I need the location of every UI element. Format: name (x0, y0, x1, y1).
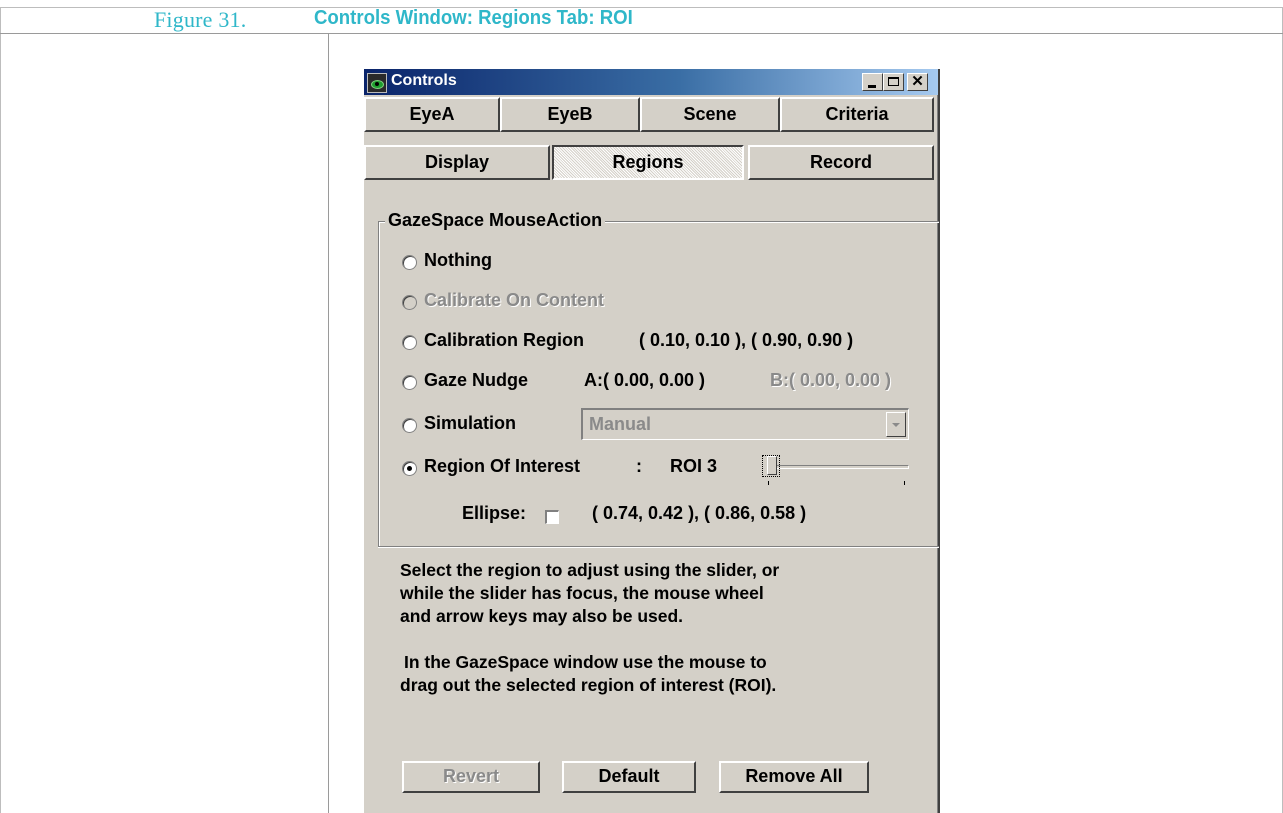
radio-gaze-nudge[interactable] (402, 375, 417, 390)
help-line: In the GazeSpace window use the mouse to (404, 652, 767, 672)
minimize-icon (868, 85, 876, 88)
label-nothing: Nothing (424, 250, 492, 270)
roi-separator: : (636, 456, 642, 476)
gaze-nudge-b-value: B:( 0.00, 0.00 ) (770, 370, 892, 390)
default-button[interactable]: Default (562, 761, 696, 793)
figure-number: Figure 31. (154, 7, 247, 32)
tab-criteria[interactable]: Criteria (780, 97, 934, 132)
roi-coordinates: ( 0.74, 0.42 ), ( 0.86, 0.58 ) (592, 503, 807, 523)
tab-display[interactable]: Display (364, 145, 550, 180)
slider-tick (768, 481, 769, 485)
radio-region-of-interest[interactable] (402, 461, 417, 476)
help-line: while the slider has focus, the mouse wh… (400, 583, 764, 603)
title-bar[interactable]: Controls ✕ (364, 69, 938, 95)
simulation-select-value: Manual (589, 414, 652, 434)
label-simulation: Simulation (424, 413, 517, 433)
label-gaze-nudge: Gaze Nudge (424, 370, 529, 390)
label-calibration-region: Calibration Region (424, 330, 585, 350)
help-line: Select the region to adjust using the sl… (400, 560, 780, 580)
figure-caption-rule (0, 33, 1283, 34)
calibration-region-value: ( 0.10, 0.10 ), ( 0.90, 0.90 ) (639, 330, 854, 350)
tab-eyea[interactable]: EyeA (364, 97, 500, 132)
help-line: drag out the selected region of interest… (400, 675, 777, 695)
maximize-icon (888, 77, 899, 86)
roi-slider-thumb[interactable] (767, 456, 777, 475)
app-eye-icon[interactable] (367, 73, 387, 93)
ellipse-checkbox[interactable] (545, 510, 559, 524)
tab-regions[interactable]: Regions (552, 145, 744, 180)
simulation-select[interactable]: Manual (581, 408, 909, 440)
window-title: Controls (391, 72, 457, 89)
radio-calibrate-on-content[interactable] (402, 295, 417, 310)
maximize-button[interactable] (883, 73, 904, 91)
label-calibrate-on-content: Calibrate On Content (424, 290, 605, 310)
figure-title: Controls Window: Regions Tab: ROI (314, 7, 633, 29)
roi-slider-track[interactable] (773, 465, 909, 469)
ellipse-label: Ellipse: (462, 503, 527, 523)
slider-tick (904, 481, 905, 485)
simulation-dropdown-button[interactable] (886, 412, 906, 437)
close-button[interactable]: ✕ (907, 73, 928, 91)
minimize-button[interactable] (862, 73, 883, 91)
group-title: GazeSpace MouseAction (385, 210, 606, 231)
radio-nothing[interactable] (402, 255, 417, 270)
tab-eyeb[interactable]: EyeB (500, 97, 640, 132)
remove-all-button[interactable]: Remove All (719, 761, 869, 793)
gaze-nudge-a-value: A:( 0.00, 0.00 ) (584, 370, 706, 390)
chevron-down-icon (892, 423, 900, 427)
help-line: and arrow keys may also be used. (400, 606, 684, 626)
controls-window: Controls ✕ EyeA EyeB Scene Criteria Disp… (362, 69, 940, 813)
close-icon: ✕ (911, 73, 924, 90)
figure-column-rule (328, 34, 329, 813)
label-region-of-interest: Region Of Interest (424, 456, 581, 476)
revert-button[interactable]: Revert (402, 761, 540, 793)
roi-value: ROI 3 (670, 456, 718, 476)
page-left-rule (0, 7, 1, 813)
tab-scene[interactable]: Scene (640, 97, 780, 132)
tab-record[interactable]: Record (748, 145, 934, 180)
radio-simulation[interactable] (402, 418, 417, 433)
radio-calibration-region[interactable] (402, 335, 417, 350)
